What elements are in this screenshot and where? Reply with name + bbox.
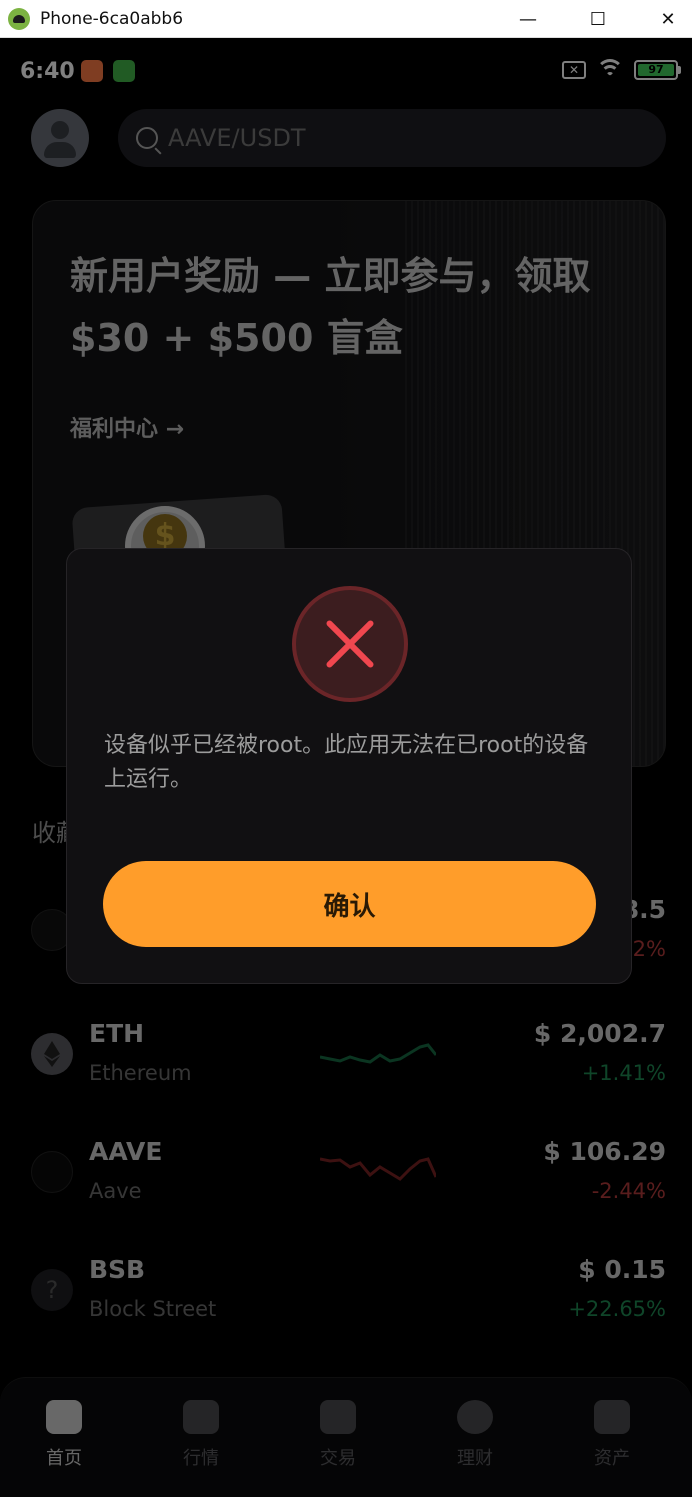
window-titlebar: Phone-6ca0abb6 — ☐ ✕ [0, 0, 692, 38]
error-icon [292, 586, 408, 702]
dialog-message: 设备似乎已经被root。此应用无法在已root的设备上运行。 [104, 733, 589, 792]
confirm-button[interactable]: 确认 [103, 861, 596, 947]
close-x-icon [322, 616, 378, 672]
root-warning-dialog: 设备似乎已经被root。此应用无法在已root的设备上运行。 确认 [66, 548, 632, 984]
minimize-button[interactable]: — [500, 0, 556, 38]
android-icon [8, 7, 30, 30]
window-title: Phone-6ca0abb6 [40, 8, 184, 29]
close-button[interactable]: ✕ [640, 0, 692, 38]
maximize-button[interactable]: ☐ [570, 0, 626, 38]
phone-screen: 6:40 ✕ 97 AAVE/USDT 新用户奖励 — 立即参与，领取 $30 … [0, 39, 692, 1497]
